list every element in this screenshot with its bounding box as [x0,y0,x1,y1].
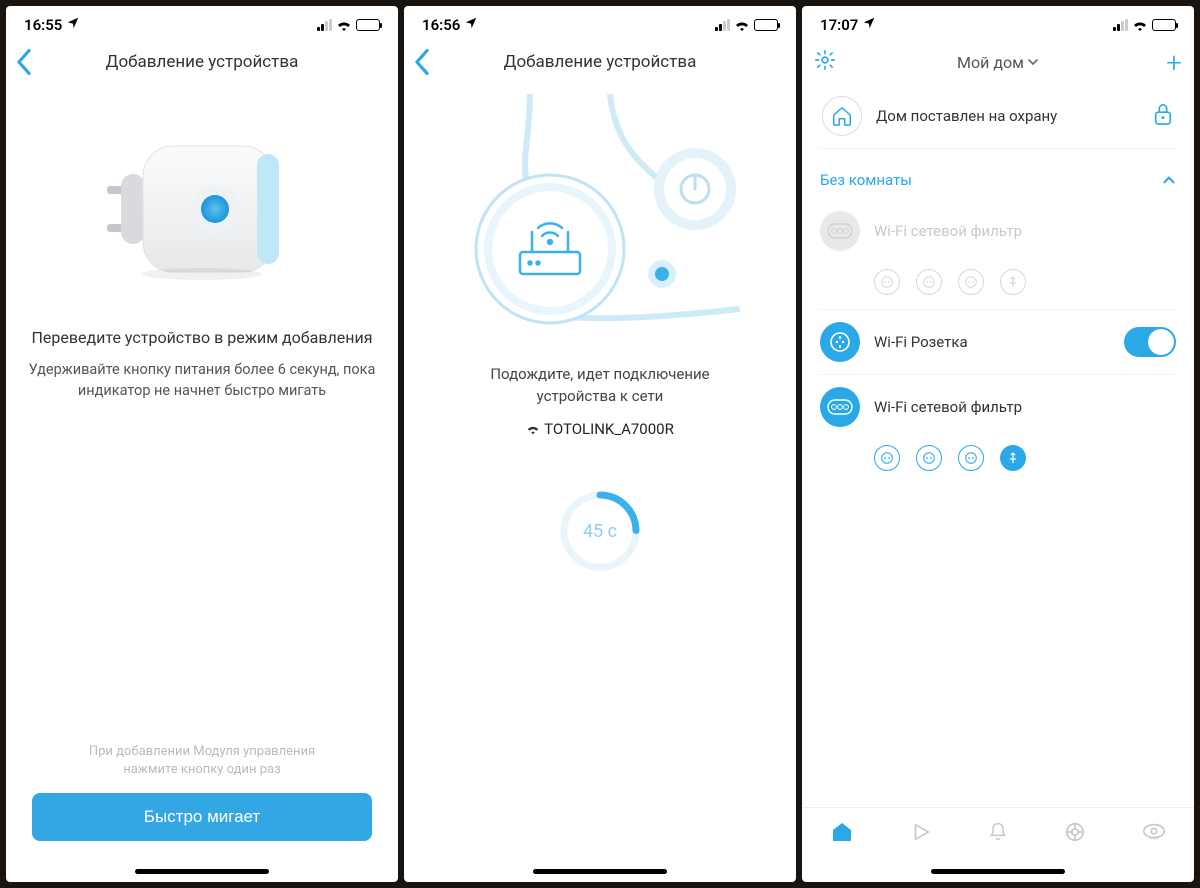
nav-support-tab[interactable] [1064,821,1086,847]
status-time: 16:56 [422,16,460,34]
usb-slot[interactable] [1000,445,1026,471]
outlet-slot[interactable] [874,445,900,471]
home-selector[interactable]: Мой дом [957,53,1039,72]
add-button[interactable]: + [1166,46,1182,79]
instruction-text: Удерживайте кнопку питания более 6 секун… [26,359,378,401]
nav-header: Добавление устройства [6,40,398,84]
nav-alerts-tab[interactable] [988,821,1008,847]
wifi-small-icon [526,423,540,435]
socket-icon [820,322,860,362]
screen-add-device-step1: 16:55 Добавление устройства [6,6,398,882]
countdown-progress: 45 с [557,488,643,574]
device-name: Wi-Fi сетевой фильтр [874,398,1022,416]
page-title: Добавление устройства [106,52,299,72]
wifi-icon [734,19,750,31]
device-name: Wi-Fi сетевой фильтр [874,222,1022,240]
location-icon [862,16,876,34]
screen-add-device-connecting: 16:56 Добавление устройства [404,6,796,882]
back-button[interactable] [16,48,32,80]
nav-scenes-tab[interactable] [910,821,932,847]
network-name: TOTOLINK_A7000R [424,420,776,438]
device-power-strip-offline[interactable]: Wi-Fi сетевой фильтр [818,199,1178,263]
connection-illustration [440,94,760,354]
bottom-nav [802,807,1194,863]
device-power-strip-online[interactable]: Wi-Fi сетевой фильтр [818,375,1178,439]
chevron-down-icon [1027,56,1039,68]
usb-slot[interactable] [1000,269,1026,295]
wifi-icon [1132,19,1148,31]
power-strip-icon [820,387,860,427]
outlet-slot[interactable] [916,445,942,471]
instruction-heading: Переведите устройство в режим добавления [26,328,378,347]
lock-icon[interactable] [1152,101,1174,131]
arm-status-row[interactable]: Дом поставлен на охрану [818,84,1178,149]
device-wifi-socket[interactable]: Wi-Fi Розетка [818,310,1178,374]
nav-header: Мой дом + [802,40,1194,84]
countdown-label: 45 с [583,521,617,542]
status-time: 16:55 [24,16,62,34]
location-icon [464,16,478,34]
blinking-fast-button[interactable]: Быстро мигает [32,793,372,841]
outlet-slot[interactable] [874,269,900,295]
settings-button[interactable] [814,49,836,75]
back-button[interactable] [414,48,430,80]
page-title: Добавление устройства [504,52,697,72]
home-indicator[interactable] [533,869,667,874]
device-name: Wi-Fi Розетка [874,333,968,351]
location-icon [66,16,80,34]
battery-icon [1152,19,1176,31]
power-strip-slots-on [818,439,1178,485]
battery-icon [754,19,778,31]
cell-signal-icon [715,19,730,31]
power-strip-icon [820,211,860,251]
battery-icon [356,19,380,31]
status-bar: 16:55 [6,6,398,40]
nav-header: Добавление устройства [404,40,796,84]
outlet-slot[interactable] [916,269,942,295]
smart-plug-illustration [97,124,307,298]
arm-status-text: Дом поставлен на охрану [876,107,1138,125]
home-indicator[interactable] [931,869,1065,874]
outlet-slot[interactable] [958,269,984,295]
chevron-up-icon [1162,173,1176,187]
cell-signal-icon [317,19,332,31]
power-toggle[interactable] [1124,327,1176,357]
wifi-icon [336,19,352,31]
cell-signal-icon [1113,19,1128,31]
house-icon [822,96,862,136]
home-indicator[interactable] [135,869,269,874]
status-time: 17:07 [820,16,858,34]
screen-home-dashboard: 17:07 Мой дом + Дом поставлен на [802,6,1194,882]
nav-home-tab[interactable] [830,821,854,847]
status-bar: 17:07 [802,6,1194,40]
power-strip-slots-off [818,263,1178,309]
section-no-room[interactable]: Без комнаты [818,149,1178,199]
status-bar: 16:56 [404,6,796,40]
footnote: При добавлении Модуля управления нажмите… [26,743,378,779]
nav-camera-tab[interactable] [1142,822,1166,846]
wait-text: Подождите, идет подключение устройства к… [424,364,776,408]
outlet-slot[interactable] [958,445,984,471]
